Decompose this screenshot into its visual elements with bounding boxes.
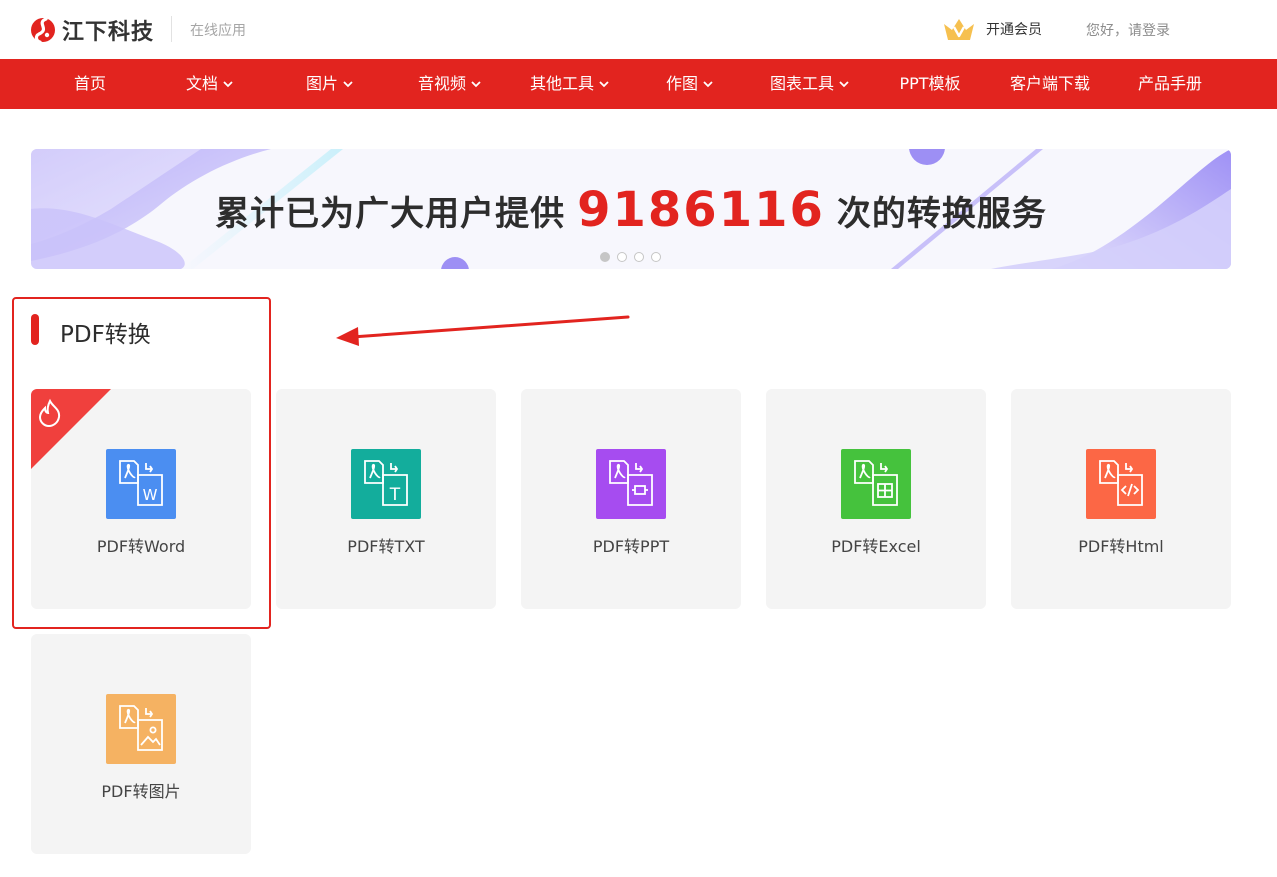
nav-label: 作图: [665, 74, 699, 93]
conversion-count: 9186116: [577, 182, 825, 238]
banner-text-before: 累计已为广大用户提供: [215, 193, 566, 234]
site-logo[interactable]: 江下科技: [30, 14, 154, 46]
logo-subtitle: 在线应用: [190, 23, 246, 39]
pdf-to-ppt-icon: [596, 449, 666, 519]
carousel-dot[interactable]: [634, 252, 644, 262]
annotation-arrow-icon: [336, 315, 630, 346]
nav-label: 其他工具: [529, 74, 595, 93]
carousel-dot[interactable]: [617, 252, 627, 262]
nav-label: 客户端下载: [1009, 74, 1091, 93]
vip-label: 开通会员: [986, 22, 1042, 38]
tool-label: PDF转图片: [101, 782, 181, 801]
nav-item-chart-tools[interactable]: 图表工具: [770, 59, 850, 109]
stats-banner[interactable]: 累计已为广大用户提供 9186116 次的转换服务: [31, 149, 1231, 269]
nav-label: 产品手册: [1137, 74, 1203, 93]
chevron-down-icon: [839, 81, 849, 88]
nav-item-ppt-templates[interactable]: PPT模板: [899, 59, 960, 109]
vip-button[interactable]: 开通会员: [942, 16, 1042, 42]
header-divider: [171, 16, 172, 42]
crown-icon: [944, 19, 974, 40]
carousel-dot[interactable]: [651, 252, 661, 262]
carousel-dots: [600, 252, 661, 262]
chevron-down-icon: [223, 81, 233, 88]
pdf-to-excel-icon: [841, 449, 911, 519]
chevron-down-icon: [343, 81, 353, 88]
nav-label: 文档: [185, 74, 219, 93]
nav-item-drawing[interactable]: 作图: [666, 59, 714, 109]
login-link[interactable]: 您好，请登录: [1086, 20, 1170, 40]
tool-card-pdf-to-txt[interactable]: T PDF转TXT: [276, 389, 496, 609]
banner-text-after: 次的转换服务: [836, 193, 1047, 234]
tool-label: PDF转TXT: [347, 537, 425, 556]
nav-item-product-manual[interactable]: 产品手册: [1138, 59, 1202, 109]
tool-card-pdf-to-image[interactable]: PDF转图片: [31, 634, 251, 854]
nav-item-audio-video[interactable]: 音视频: [418, 59, 482, 109]
nav-item-documents[interactable]: 文档: [186, 59, 234, 109]
nav-label: PPT模板: [899, 74, 961, 93]
nav-label: 音视频: [417, 74, 467, 93]
nav-label: 图片: [305, 74, 339, 93]
chevron-down-icon: [471, 81, 481, 88]
top-header: 江下科技 在线应用 开通会员 您好，请登录: [0, 0, 1277, 58]
tool-label: PDF转Html: [1078, 537, 1164, 556]
nav-item-other-tools[interactable]: 其他工具: [530, 59, 610, 109]
tool-card-pdf-to-excel[interactable]: PDF转Excel: [766, 389, 986, 609]
pdf-to-html-icon: [1086, 449, 1156, 519]
annotation-highlight-box: [12, 297, 271, 629]
pdf-to-image-icon: [106, 694, 176, 764]
pdf-to-txt-icon: T: [351, 449, 421, 519]
svg-text:T: T: [389, 485, 401, 505]
chevron-down-icon: [703, 81, 713, 88]
nav-item-home[interactable]: 首页: [74, 59, 106, 109]
tool-card-pdf-to-html[interactable]: PDF转Html: [1011, 389, 1231, 609]
tool-card-pdf-to-ppt[interactable]: PDF转PPT: [521, 389, 741, 609]
nav-label: 图表工具: [769, 74, 835, 93]
tool-label: PDF转PPT: [592, 537, 670, 556]
carousel-dot[interactable]: [600, 252, 610, 262]
nav-item-client-download[interactable]: 客户端下载: [1010, 59, 1090, 109]
logo-text: 江下科技: [62, 20, 155, 45]
tool-label: PDF转Excel: [831, 537, 921, 556]
nav-item-images[interactable]: 图片: [306, 59, 354, 109]
nav-label: 首页: [73, 74, 107, 93]
chevron-down-icon: [599, 81, 609, 88]
banner-headline: 累计已为广大用户提供 9186116 次的转换服务: [31, 149, 1231, 269]
main-nav: 首页 文档 图片 音视频 其他工具 作图 图表工具 PPT模板 客户端下载 产品…: [0, 59, 1277, 109]
logo-icon: [31, 17, 55, 44]
